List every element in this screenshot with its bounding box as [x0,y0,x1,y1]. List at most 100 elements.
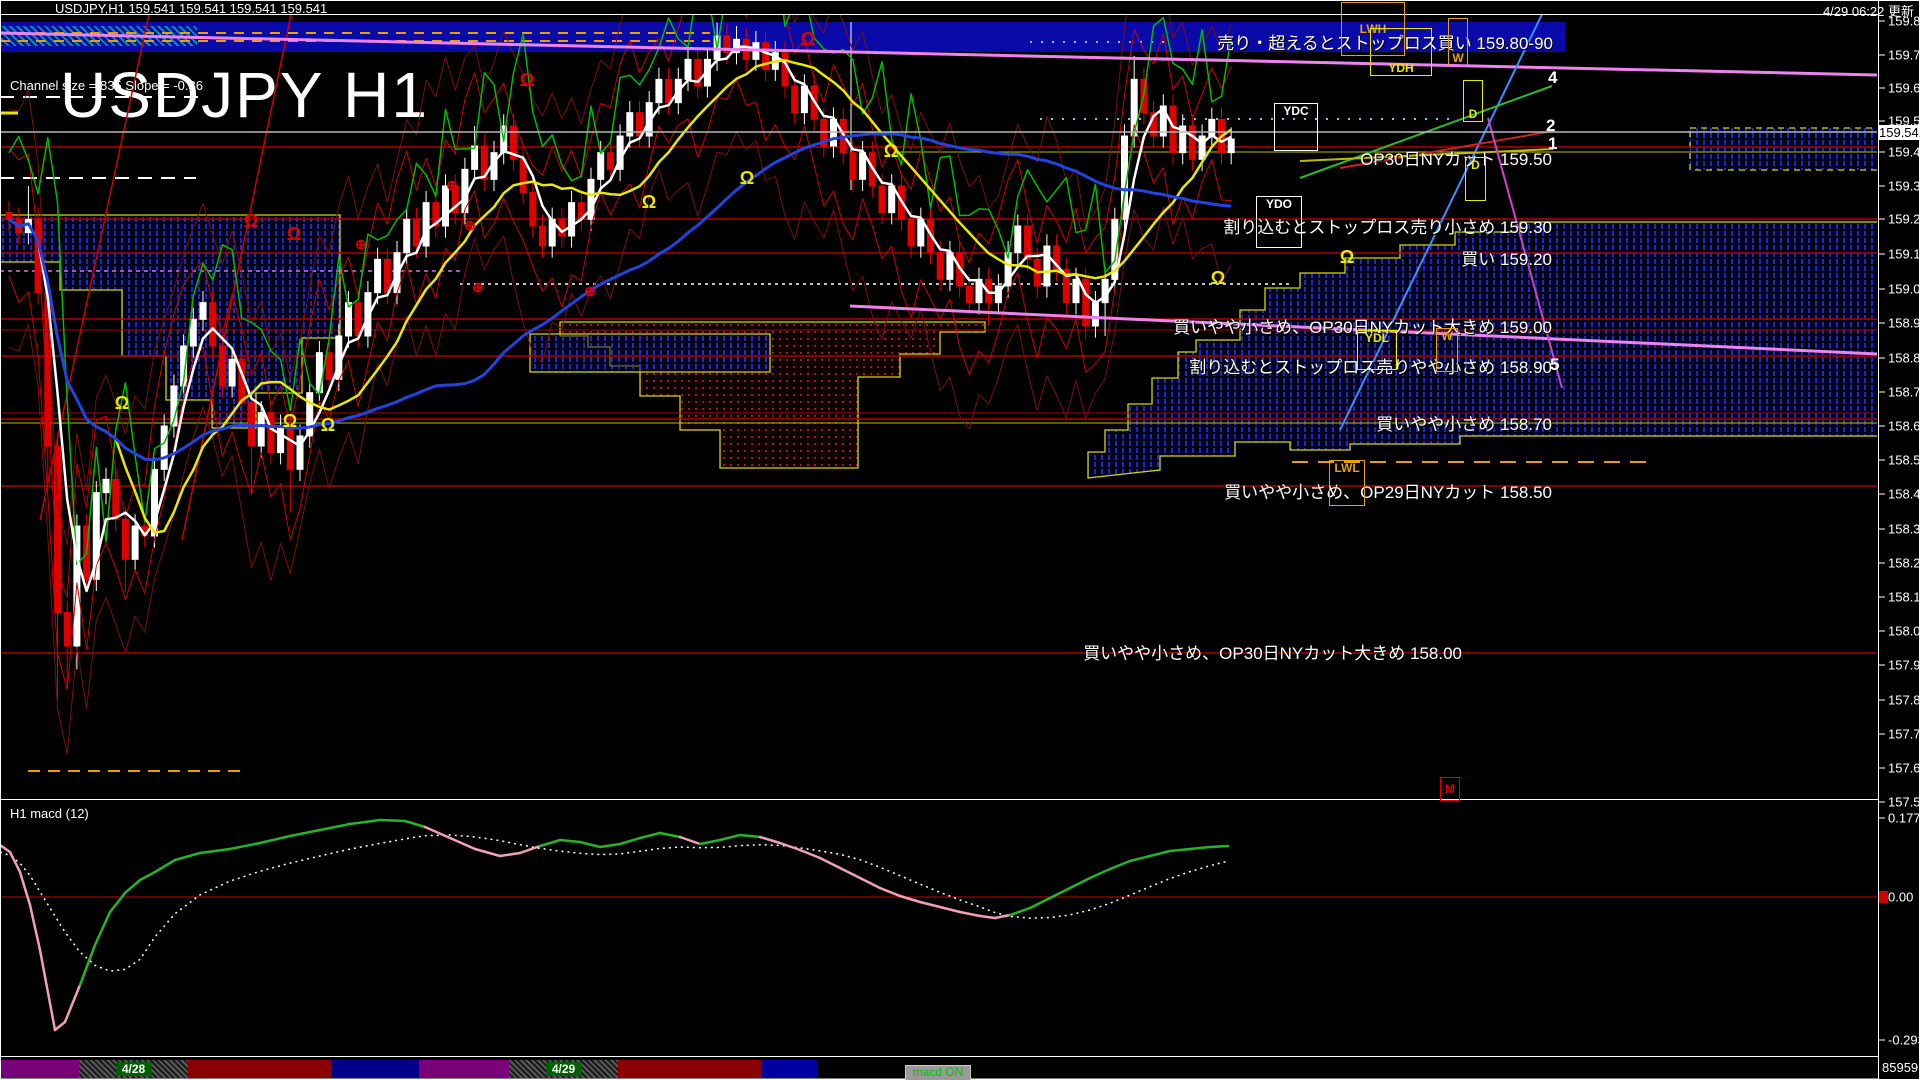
macd-line-segment [1010,908,1030,915]
candle [268,401,274,464]
macd-line-segment [620,838,640,844]
macd-line-segment [380,820,405,821]
macd-line-segment [65,985,80,1022]
candle [889,174,895,224]
candle [375,248,381,305]
candle [695,48,701,98]
candle [1151,101,1157,148]
omega-marker: Ω [287,224,301,244]
macd-line-segment [20,872,30,905]
macd-line-segment [920,902,940,907]
omega-marker: Ω [884,141,898,161]
macd-line-segment [760,837,780,843]
macd-line-segment [680,837,700,844]
macd-line-segment [980,916,995,918]
omega-marker: Ω [642,192,656,212]
macd-line-segment [1030,898,1050,908]
candle [617,124,623,181]
timeline-segment[interactable] [818,1060,1878,1078]
macd-line-segment [290,830,320,836]
candle [64,601,70,686]
macd-line-segment [320,824,350,830]
chart-line [1300,149,1553,161]
macd-line-segment [640,833,660,838]
omega-marker: Ω [321,415,335,435]
candle [1209,108,1215,148]
candle [530,181,536,238]
timeline-segment[interactable] [419,1060,509,1078]
timeline-segment[interactable] [188,1060,331,1078]
candle [860,141,866,191]
candle [918,208,924,258]
candle [976,268,982,315]
candle [1170,94,1176,164]
macd-line-segment [80,945,95,985]
timeline-segment[interactable] [618,1060,761,1078]
macd-line-segment [660,833,680,837]
macd-toggle-button[interactable]: macd ON [905,1065,971,1080]
macd-line-segment [1110,861,1130,869]
candle [734,26,740,64]
timeline-segment[interactable]: 4/29 [509,1060,618,1078]
macd-line-segment [175,853,200,860]
macd-line-segment [30,905,40,950]
ichimoku-cloud [530,334,770,372]
macd-panel [0,820,1878,1030]
macd-line-segment [1130,856,1150,861]
candle [481,134,487,191]
omega-marker: Ω [1211,268,1225,288]
macd-line-segment [260,836,290,843]
macd-line-segment [740,835,760,837]
macd-line-segment [720,835,740,840]
macd-line-segment [1070,878,1090,888]
candle [763,31,769,81]
macd-line-segment [1190,847,1210,849]
macd-line-segment [840,868,860,878]
candle [161,414,167,481]
macd-line-segment [1170,849,1190,851]
candle [297,424,303,481]
date-label: 4/28 [116,1062,151,1076]
ichimoku-cloud [1088,222,1878,478]
ichimoku-cloud [1690,128,1878,170]
candle [1160,94,1166,147]
macd-line-segment [560,840,580,842]
timeline-segment[interactable] [761,1060,818,1078]
macd-line-segment [940,907,960,912]
candle [540,214,546,257]
candle [549,208,555,258]
candle [1044,234,1050,297]
candle [249,391,255,493]
chart-canvas: ΩΩΩΩΩΩΩΩΩΩΩΩ⊕⊕⊕⊕⊕ [0,0,1920,1080]
omega-marker: Ω [115,393,129,413]
candle [423,191,429,258]
macd-line-segment [405,821,425,827]
candle [598,141,604,191]
candle [1180,114,1186,164]
candle [1063,258,1069,315]
candle [1015,214,1021,264]
candle [986,268,992,326]
macd-line-segment [1090,869,1110,878]
macd-line-segment [125,880,140,893]
candle [685,48,691,91]
candle [569,191,575,248]
candle [801,74,807,124]
timeline-segment[interactable] [1,1060,79,1078]
timeline-segment[interactable]: 4/28 [79,1060,188,1078]
macd-line-segment [40,950,55,1030]
target-marker: ⊕ [446,177,458,193]
candle [122,508,128,593]
candle [666,68,672,115]
timeline-segment[interactable] [331,1060,419,1078]
omega-marker: Ω [801,29,815,49]
candle [103,468,109,505]
target-marker: ⊕ [355,236,367,252]
macd-line-segment [0,845,10,852]
macd-line-segment [520,846,540,853]
macd-line-segment [425,827,450,838]
omega-marker: Ω [283,411,297,431]
macd-line-segment [500,853,520,856]
target-marker: ⊕ [584,283,596,299]
macd-line-segment [1150,851,1170,856]
